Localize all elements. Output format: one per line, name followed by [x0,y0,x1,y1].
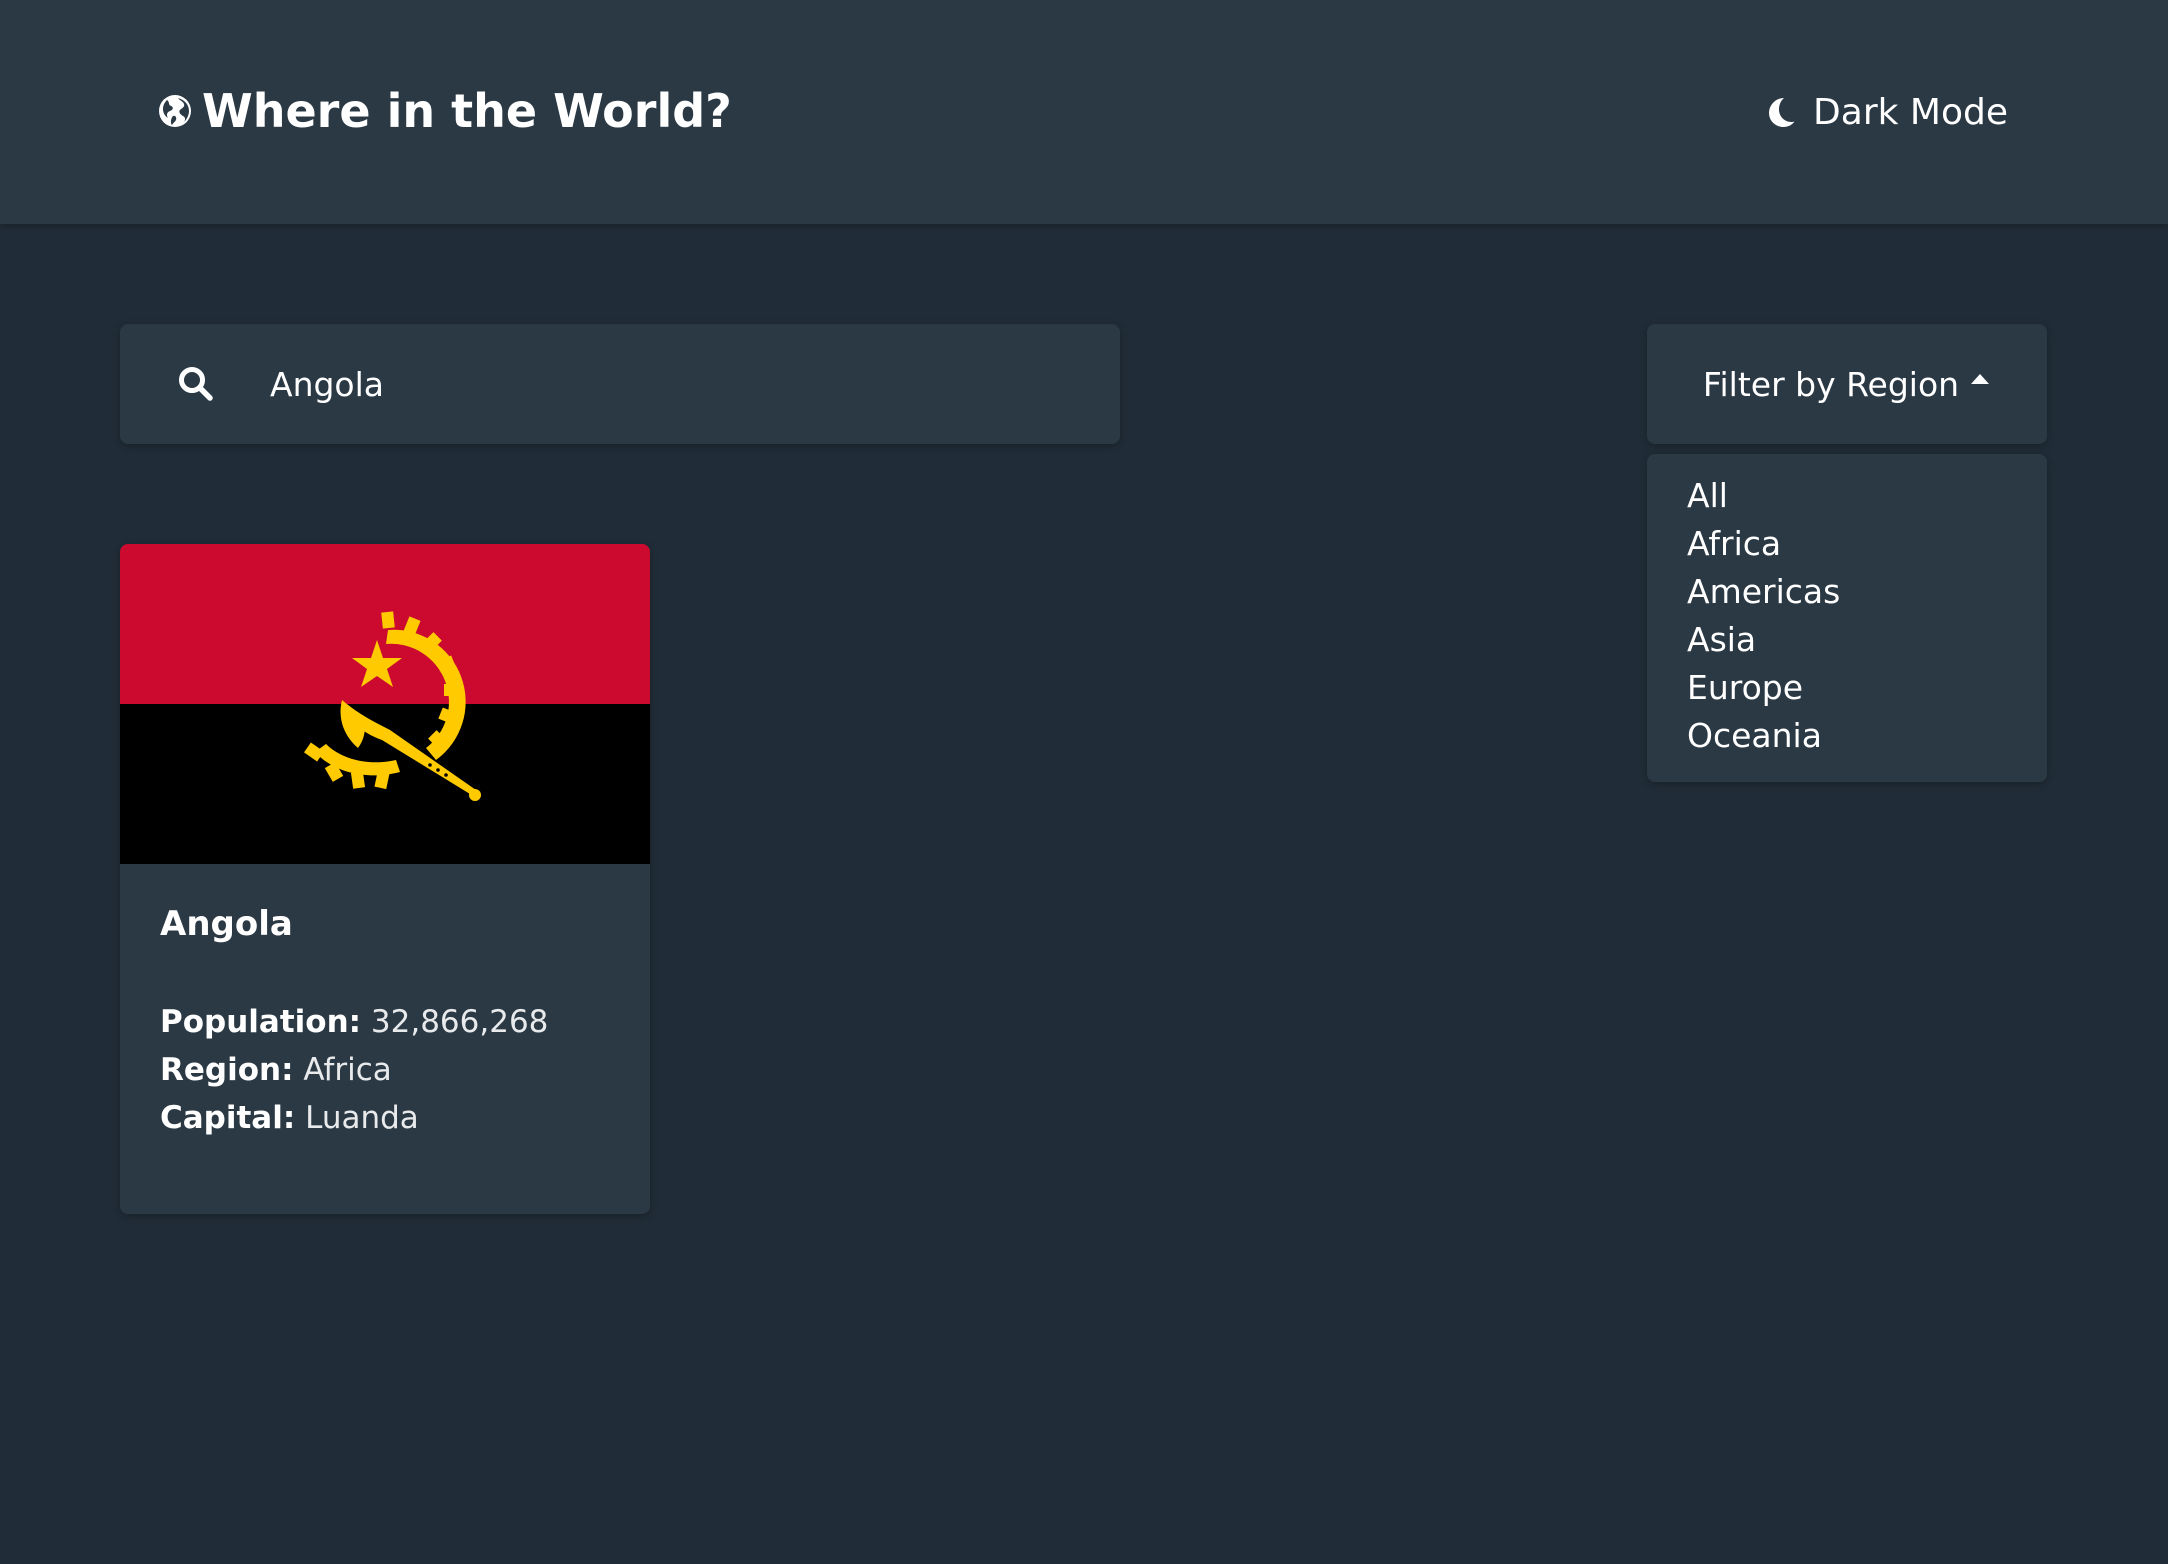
region-option-asia[interactable]: Asia [1687,616,2047,664]
capital-value: Luanda [305,1100,419,1136]
search-bar[interactable] [120,324,1120,444]
search-icon[interactable] [178,366,214,402]
region-option-all[interactable]: All [1687,472,2047,520]
country-name: Angola [160,904,293,944]
region-option-africa[interactable]: Africa [1687,520,2047,568]
region-option-americas[interactable]: Americas [1687,568,2047,616]
moon-icon [1765,96,1797,128]
region-dropdown: All Africa Americas Asia Europe Oceania [1647,454,2047,782]
country-info: Population: 32,866,268 Region: Africa Ca… [160,998,548,1142]
page-title: Where in the World? [202,84,732,138]
capital-row: Capital: Luanda [160,1094,548,1142]
region-value: Africa [303,1052,392,1088]
brand[interactable]: Where in the World? [158,78,732,144]
population-value: 32,866,268 [370,1004,549,1040]
flag-image [120,544,650,864]
app-header: Where in the World? Dark Mode [0,0,2168,224]
region-option-oceania[interactable]: Oceania [1687,712,2047,760]
filter-by-region-button[interactable]: Filter by Region [1647,324,2047,444]
region-label: Region: [160,1052,294,1088]
population-row: Population: 32,866,268 [160,998,548,1046]
search-input[interactable] [270,352,1070,416]
filter-label: Filter by Region [1702,364,1960,404]
globe-icon [158,94,192,128]
capital-label: Capital: [160,1100,296,1136]
dark-mode-toggle[interactable]: Dark Mode [1765,84,2008,140]
caret-up-icon [1969,368,1991,390]
country-card[interactable]: Angola Population: 32,866,268 Region: Af… [120,544,650,1214]
region-row: Region: Africa [160,1046,548,1094]
region-option-europe[interactable]: Europe [1687,664,2047,712]
population-label: Population: [160,1004,362,1040]
dark-mode-label: Dark Mode [1813,91,2008,133]
